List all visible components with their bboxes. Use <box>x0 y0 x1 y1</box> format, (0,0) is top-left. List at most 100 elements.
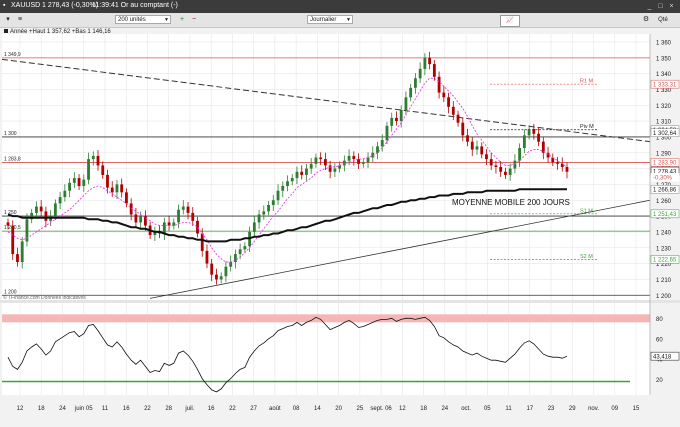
candle-body <box>276 190 280 201</box>
pivot-levels: 1 349,9 1 300 1 283,8 1 250 1 240,5 1 200 R1 M… <box>2 52 650 296</box>
add-icon[interactable]: + <box>176 15 188 25</box>
candle-body <box>518 148 522 161</box>
qte-label: Qté <box>658 17 668 23</box>
candle-body <box>556 162 559 164</box>
x-tick-label: oct. <box>461 406 471 412</box>
candle-body <box>257 214 261 223</box>
price-label-box <box>650 128 680 137</box>
osc-value-box <box>650 351 680 361</box>
candle-body <box>177 209 180 223</box>
pivot-label: S2 M <box>580 254 593 260</box>
osc-tick-label: 20 <box>656 378 663 384</box>
candle-body <box>376 146 379 153</box>
pivot-label: S1 M <box>580 208 593 214</box>
ma200-annotation: MOYENNE MOBILE 200 JOURS <box>452 198 570 207</box>
osc-value-label: 43,418 <box>653 354 672 360</box>
candle-body <box>205 250 209 264</box>
candle-body <box>323 159 327 166</box>
candle-body <box>115 184 119 193</box>
price-tick-label: 1 260 <box>656 199 672 205</box>
pivot-label: R1 M <box>580 79 594 85</box>
candle-body <box>215 274 218 280</box>
price-tick-label: 1 350 <box>656 56 672 62</box>
price-tick-label: 1 220 <box>656 262 672 268</box>
candle-body <box>16 254 19 262</box>
candle-body <box>167 222 171 226</box>
menu-icon[interactable]: ≡ <box>14 15 26 25</box>
reference-label: 1 349,9 <box>4 52 21 58</box>
candle-body <box>96 155 100 166</box>
candle-body <box>238 249 242 255</box>
x-tick-label: 16 <box>208 406 215 412</box>
price-label: -0,30% <box>653 176 673 182</box>
period-select[interactable]: Journalier ▼ <box>307 15 353 24</box>
instrument-flag-icon: ▪ <box>3 2 6 9</box>
grid <box>0 34 680 395</box>
price-tick-label: 1 310 <box>656 120 672 126</box>
reference-label: 1 240,5 <box>4 225 21 231</box>
price-tick-label: 1 340 <box>656 72 672 78</box>
panel-divider <box>0 300 680 303</box>
candle-body <box>319 157 323 160</box>
candle-body <box>72 178 76 183</box>
x-tick-label: 25 <box>357 406 364 412</box>
candle-body <box>399 110 403 122</box>
candle-body <box>58 197 62 204</box>
x-tick-label: 11 <box>102 406 109 412</box>
oscillator-panel: 80 60 40 20 43,418 <box>2 314 680 393</box>
settings-icon[interactable]: ⚙ <box>640 15 652 25</box>
price-label-box <box>650 185 680 194</box>
candle-body <box>229 262 233 267</box>
candle-body <box>451 106 455 115</box>
candle-body <box>432 64 436 77</box>
remove-icon[interactable]: − <box>188 15 200 25</box>
candle-body <box>409 87 413 98</box>
price-label-box <box>650 173 680 182</box>
candle-body <box>181 206 185 210</box>
candle-body <box>30 212 34 220</box>
reference-label: 1 200 <box>4 289 17 295</box>
candle-body <box>546 152 550 158</box>
candle-body <box>82 179 86 186</box>
moving-averages <box>7 77 568 263</box>
candle-body <box>366 157 370 163</box>
candle-body <box>342 160 346 166</box>
x-tick-label: 12 <box>17 406 24 412</box>
candle-body <box>513 160 517 169</box>
candle-body <box>418 68 422 79</box>
candle-body <box>328 165 332 172</box>
candle-body <box>35 206 38 213</box>
units-select[interactable]: 200 unités ▼ <box>115 15 171 24</box>
maximize-icon[interactable]: □ <box>656 2 665 11</box>
candle-body <box>300 171 304 175</box>
legend-text: Année +Haut 1 357,62 +Bas 1 146,16 <box>10 29 111 35</box>
price-tick-label: 1 300 <box>656 135 672 141</box>
candle-body <box>390 117 394 126</box>
candle-body <box>357 159 360 164</box>
candle-body <box>499 167 503 172</box>
candle-body <box>380 140 384 147</box>
pivot-label: Piv M <box>580 124 594 130</box>
x-tick-label: 11 <box>505 406 512 412</box>
price-label: 1 283,90 <box>653 161 677 167</box>
symbol-label: XAUUSD <box>11 2 41 9</box>
chart-legend: Année +Haut 1 357,62 +Bas 1 146,16 <box>4 29 111 35</box>
candle-body <box>153 231 157 236</box>
reference-label: 1 283,8 <box>4 157 21 163</box>
minimize-icon[interactable]: _ <box>645 2 654 11</box>
candle-body <box>352 155 356 160</box>
x-tick-label: juin 05 <box>74 406 93 412</box>
dropdown-icon[interactable]: ▾ <box>2 15 14 25</box>
x-tick-label: 05 <box>484 406 491 412</box>
x-tick-label: 22 <box>144 406 151 412</box>
x-tick-label: nov. <box>588 406 599 412</box>
chart-type-icon[interactable]: 📈 <box>500 15 520 27</box>
candle-body <box>423 57 427 69</box>
close-icon[interactable]: × <box>667 2 676 11</box>
x-tick-label: 18 <box>38 406 45 412</box>
candle-body <box>428 57 432 65</box>
price-label: 1 304,53 <box>653 128 677 134</box>
candle-body <box>338 165 342 169</box>
candle-body <box>248 231 252 247</box>
price-tick-label: 1 240 <box>656 230 672 236</box>
